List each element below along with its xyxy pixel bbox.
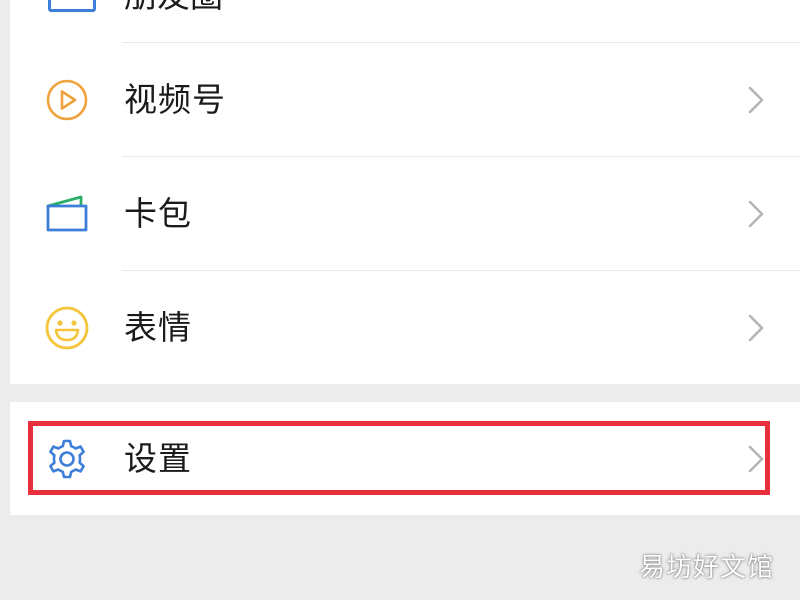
chevron-right-icon (748, 200, 764, 228)
menu-item-moments-label: 朋友圈 (124, 0, 223, 16)
menu-card: 朋友圈 视频号 卡包 (10, 0, 800, 384)
chevron-right-icon (748, 314, 764, 342)
smiley-face-icon (44, 305, 90, 351)
album-icon (48, 0, 96, 12)
menu-item-stickers-label: 表情 (124, 308, 192, 347)
watermark-text: 易坊好文馆 (638, 553, 774, 583)
card-wallet-icon (44, 191, 90, 237)
left-gutter (0, 0, 10, 600)
chevron-right-icon (748, 86, 764, 114)
channels-play-icon (44, 77, 90, 123)
menu-item-channels-label: 视频号 (124, 80, 226, 119)
menu-item-channels[interactable]: 视频号 (10, 43, 800, 157)
menu-item-moments[interactable]: 朋友圈 (10, 0, 800, 42)
menu-item-cards-label: 卡包 (124, 194, 192, 233)
menu-item-cards[interactable]: 卡包 (10, 157, 800, 271)
menu-item-stickers[interactable]: 表情 (10, 271, 800, 385)
settings-highlight-box (28, 421, 770, 495)
